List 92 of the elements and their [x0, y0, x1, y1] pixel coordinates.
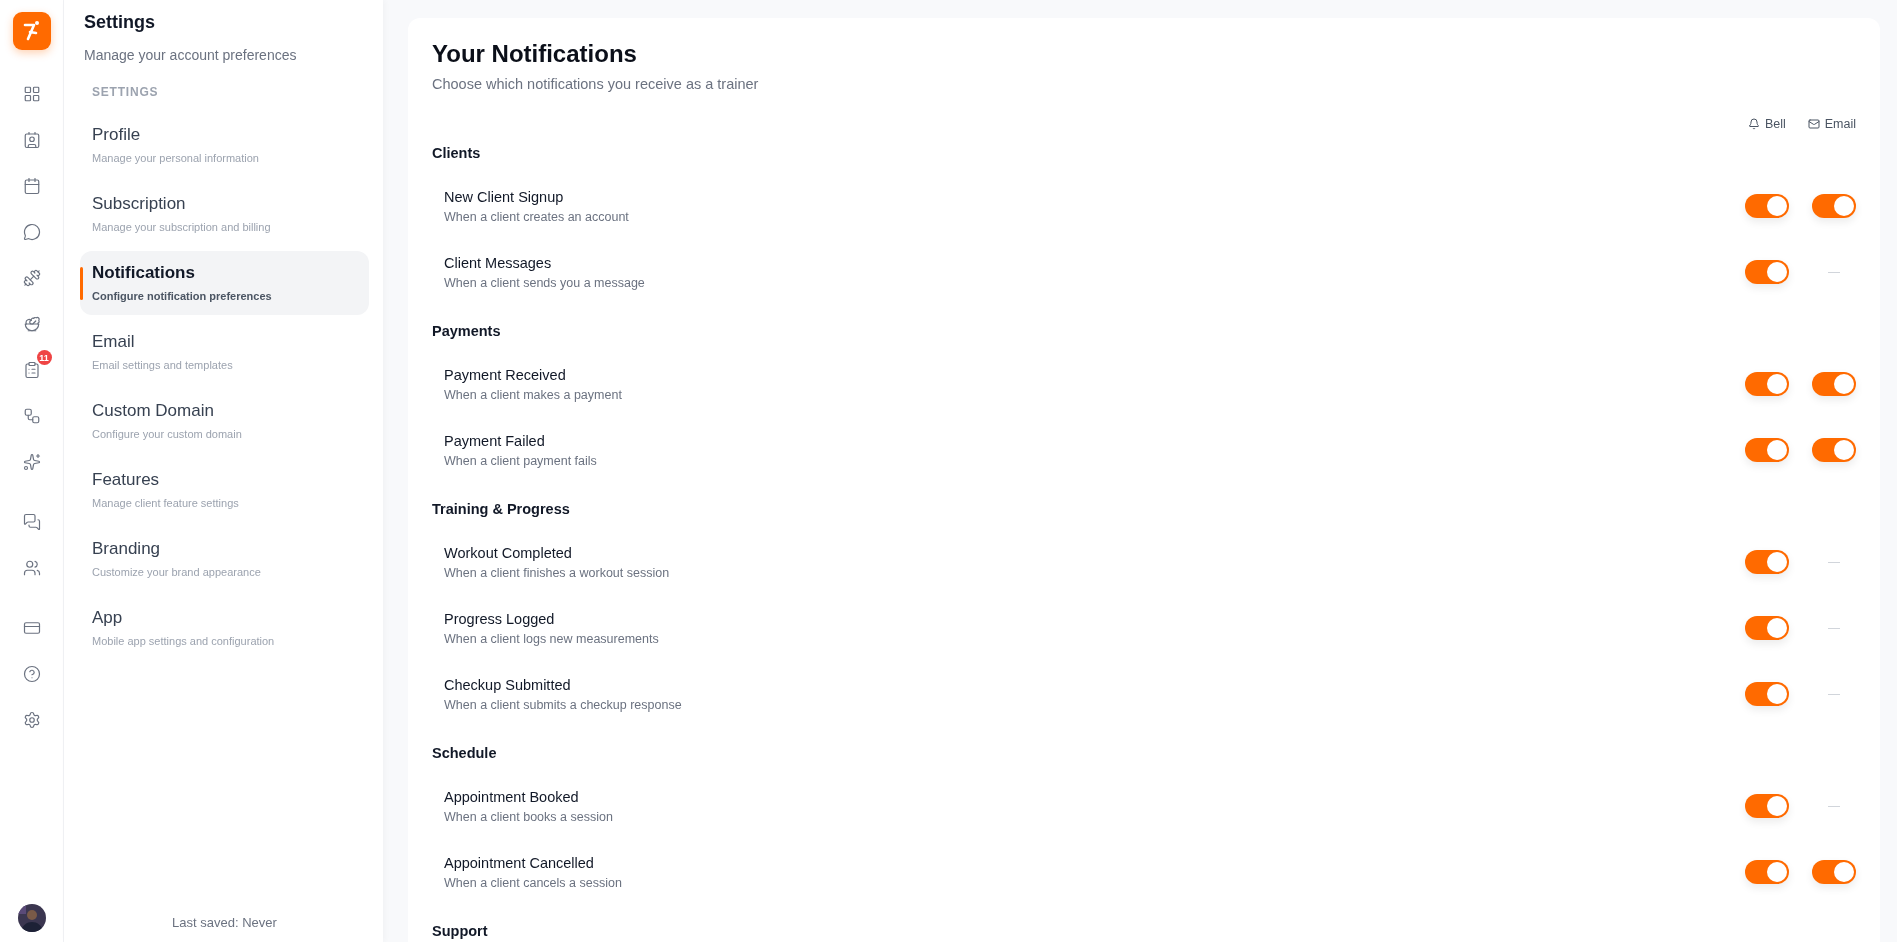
- section-title: Payments: [432, 323, 502, 341]
- chat-icon: [22, 223, 41, 241]
- notification-description: When a client submits a checkup response: [444, 697, 683, 712]
- section-title: Support: [432, 923, 489, 941]
- nav-item-title: Email: [92, 332, 136, 352]
- settings-nav-item[interactable]: Features Manage client feature settings: [80, 458, 369, 522]
- column-label: Email: [1824, 117, 1856, 131]
- settings-nav-item[interactable]: Profile Manage your personal information: [80, 113, 369, 177]
- toggle-switch[interactable]: [1745, 438, 1789, 462]
- nav-item-title: Profile: [92, 125, 142, 145]
- unavailable-dash: [1828, 271, 1840, 273]
- notification-description: When a client books a session: [444, 809, 614, 824]
- calendar-icon: [22, 177, 41, 195]
- settings-nav-item[interactable]: Custom Domain Configure your custom domain: [80, 389, 369, 453]
- unavailable-dash: [1828, 627, 1840, 629]
- toggle-switch[interactable]: [1812, 860, 1856, 884]
- save-status: Last saved: Never: [171, 915, 278, 930]
- settings-icon: [22, 711, 41, 729]
- mail-icon: [1807, 118, 1820, 130]
- nav-item-title: Subscription: [92, 194, 187, 214]
- notification-title: Client Messages: [444, 254, 553, 271]
- toggle-switch[interactable]: [1812, 438, 1856, 462]
- notification-title: Appointment Cancelled: [444, 854, 595, 871]
- card-icon: [22, 619, 41, 637]
- sidebar-subtitle: Manage your account preferences: [84, 47, 298, 63]
- help-icon: [22, 665, 41, 683]
- settings-nav-item[interactable]: Branding Customize your brand appearance: [80, 527, 369, 591]
- messages-icon: [22, 513, 41, 531]
- notification-description: When a client makes a payment: [444, 387, 623, 402]
- sparkles-icon: [22, 453, 41, 471]
- notification-title: Progress Logged: [444, 610, 556, 627]
- toggle-switch[interactable]: [1745, 794, 1789, 818]
- nav-item-title: Custom Domain: [92, 401, 215, 421]
- toggle-switch[interactable]: [1745, 616, 1789, 640]
- notification-description: When a client cancels a session: [444, 875, 623, 890]
- nav-item-description: Manage client feature settings: [92, 497, 240, 509]
- contacts-icon: [22, 131, 41, 149]
- notification-description: When a client sends you a message: [444, 275, 646, 290]
- settings-nav-item[interactable]: App Mobile app settings and configuration: [80, 596, 369, 660]
- notification-title: Checkup Submitted: [444, 676, 572, 693]
- notification-description: When a client logs new measurements: [444, 631, 660, 646]
- nav-item-description: Manage your subscription and billing: [92, 221, 272, 233]
- app-logo: [12, 12, 51, 50]
- nav-item-description: Manage your personal information: [92, 152, 260, 164]
- count-badge: 11: [36, 350, 52, 365]
- toggle-switch[interactable]: [1745, 550, 1789, 574]
- nav-item-title: Features: [92, 470, 161, 490]
- nav-item-title: Branding: [92, 539, 162, 559]
- notification-title: Payment Received: [444, 366, 567, 383]
- nav-item-description: Mobile app settings and configuration: [92, 635, 276, 647]
- nav-item-description: Configure your custom domain: [92, 428, 243, 440]
- toggle-switch[interactable]: [1745, 260, 1789, 284]
- toggle-switch[interactable]: [1745, 194, 1789, 218]
- nav-item-description: Configure notification preferences: [92, 290, 273, 302]
- section-label: SETTINGS: [92, 85, 160, 99]
- column-label: Bell: [1764, 117, 1786, 131]
- workflow-icon: [22, 407, 41, 425]
- notification-description: When a client creates an account: [444, 209, 630, 224]
- dumbbell-icon: [22, 269, 41, 287]
- settings-nav-item[interactable]: Email Email settings and templates: [80, 320, 369, 384]
- users-icon: [22, 559, 41, 577]
- page-title: Your Notifications: [432, 40, 638, 68]
- notification-description: When a client payment fails: [444, 453, 598, 468]
- toggle-switch[interactable]: [1812, 194, 1856, 218]
- unavailable-dash: [1828, 805, 1840, 807]
- notification-title: Appointment Booked: [444, 788, 580, 805]
- settings-nav-item[interactable]: Notifications Configure notification preferences: [80, 251, 369, 315]
- notification-description: When a client finishes a workout session: [444, 565, 671, 580]
- page-subtitle: Choose which notifications you receive as a trainer: [432, 76, 760, 92]
- nav-item-description: Customize your brand appearance: [92, 566, 262, 578]
- toggle-switch[interactable]: [1745, 372, 1789, 396]
- grid-icon: [22, 85, 41, 103]
- nav-item-title: Notifications: [92, 263, 196, 283]
- notification-title: Payment Failed: [444, 432, 546, 449]
- nav-item-title: App: [92, 608, 124, 628]
- toggle-switch[interactable]: [1745, 682, 1789, 706]
- settings-nav-item[interactable]: Subscription Manage your subscription and billing: [80, 182, 369, 246]
- notification-title: Workout Completed: [444, 544, 573, 561]
- section-title: Clients: [432, 145, 482, 163]
- section-title: Schedule: [432, 745, 498, 763]
- notification-title: New Client Signup: [444, 188, 565, 205]
- unavailable-dash: [1828, 693, 1840, 695]
- toggle-switch[interactable]: [1812, 372, 1856, 396]
- nav-button[interactable]: 11: [13, 352, 50, 388]
- toggle-switch[interactable]: [1745, 860, 1789, 884]
- unavailable-dash: [1828, 561, 1840, 563]
- bell-icon: [1747, 118, 1760, 130]
- bowl-icon: [22, 315, 41, 333]
- clipboard-icon: [22, 361, 41, 379]
- nav-item-description: Email settings and templates: [92, 359, 234, 371]
- section-title: Training & Progress: [432, 501, 571, 519]
- sidebar-title: Settings: [84, 12, 156, 33]
